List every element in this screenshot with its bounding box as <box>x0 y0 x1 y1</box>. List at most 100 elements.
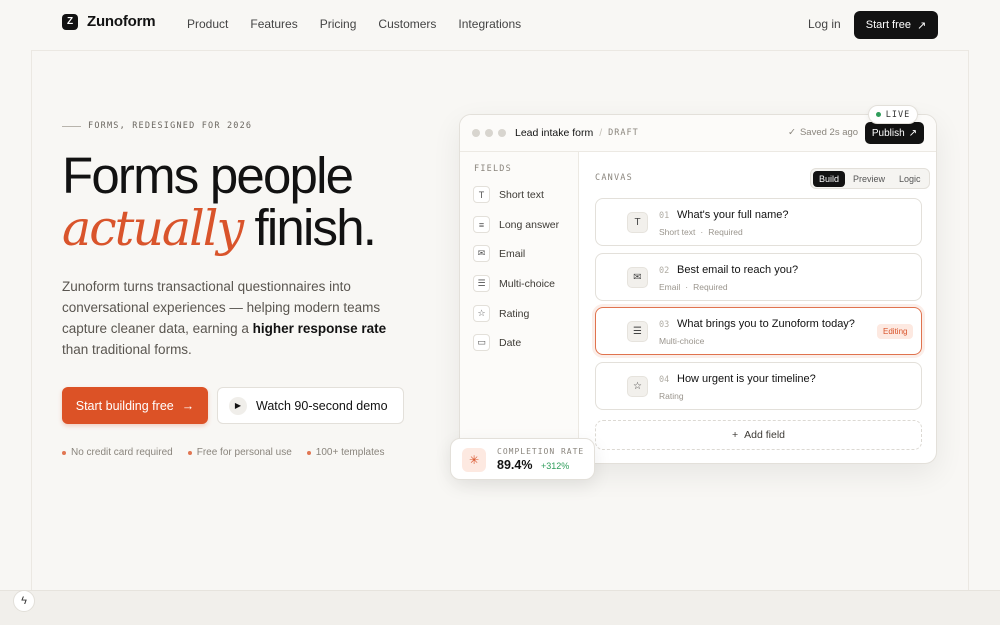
question-number: 01 <box>659 211 670 221</box>
list-check-icon: ☰ <box>627 321 648 342</box>
window-titlebar: Lead intake form / DRAFT ✓ Saved 2s ago … <box>460 115 936 152</box>
title-separator: / <box>599 127 603 139</box>
question-number: 04 <box>659 375 670 385</box>
nav-link-product[interactable]: Product <box>187 17 228 31</box>
logo-mark-icon: Z <box>62 13 78 30</box>
nav-link-features[interactable]: Features <box>250 17 297 31</box>
question-required: Required <box>708 227 743 237</box>
top-nav: Z Zunoform Product Features Pricing Cust… <box>0 0 1000 50</box>
add-field-button[interactable]: + Add field <box>595 420 922 450</box>
field-short-text[interactable]: T Short text <box>473 186 544 203</box>
bullet-dot-icon <box>62 450 66 455</box>
start-free-button[interactable]: Start free ↗ <box>854 11 938 39</box>
list-check-icon: ☰ <box>473 275 490 292</box>
perk-item: 100+ templates <box>306 447 385 458</box>
calendar-icon: ▭ <box>473 334 490 351</box>
star-icon: ☆ <box>627 376 648 397</box>
text-icon: T <box>473 186 490 203</box>
live-badge: LIVE <box>868 105 918 124</box>
field-label: Multi-choice <box>499 277 556 290</box>
field-email[interactable]: ✉ Email <box>473 245 525 262</box>
field-label: Email <box>499 247 526 260</box>
document-title: Lead intake form / DRAFT <box>515 127 639 139</box>
question-type: Short text <box>659 227 696 237</box>
hero-description: Zunoform turns transactional questionnai… <box>62 276 412 360</box>
tab-build[interactable]: Build <box>813 170 846 187</box>
arrow-up-right-icon: ↗ <box>908 127 918 139</box>
start-building-button[interactable]: Start building free → <box>62 387 208 424</box>
document-name[interactable]: Lead intake form <box>515 127 593 139</box>
fields-label: FIELDS <box>474 164 512 174</box>
field-label: Date <box>499 336 522 349</box>
headline-line1: Forms people <box>62 147 354 204</box>
logo[interactable]: Z Zunoform <box>62 13 156 30</box>
check-icon: ✓ <box>788 127 796 138</box>
play-icon: ▶ <box>229 396 247 415</box>
perk-label: 100+ templates <box>315 447 385 458</box>
plus-icon: + <box>731 429 739 441</box>
field-rating[interactable]: ☆ Rating <box>473 305 529 322</box>
nav-link-customers[interactable]: Customers <box>378 17 436 31</box>
question-type: Email <box>659 282 681 292</box>
start-free-label: Start free <box>865 19 912 31</box>
headline-rest: finish. <box>242 199 377 256</box>
tab-preview[interactable]: Preview <box>847 171 891 187</box>
field-date[interactable]: ▭ Date <box>473 334 521 351</box>
bolt-icon[interactable]: ϟ <box>13 590 35 612</box>
tab-logic[interactable]: Logic <box>893 171 927 187</box>
question-card[interactable]: T 01 What's your full name? Short text ·… <box>595 198 922 246</box>
eyebrow: FORMS, REDESIGNED FOR 2026 <box>62 121 252 131</box>
text-icon: T <box>627 212 648 233</box>
mail-icon: ✉ <box>473 245 490 262</box>
save-status: ✓ Saved 2s ago <box>788 127 858 138</box>
sparkle-icon: ✳ <box>462 448 486 472</box>
saved-label: Saved 2s ago <box>799 127 859 138</box>
nav-link-integrations[interactable]: Integrations <box>458 17 521 31</box>
field-long-answer[interactable]: ≡ Long answer <box>473 216 559 233</box>
publish-button[interactable]: Publish ↗ <box>865 122 924 144</box>
canvas-label: CANVAS <box>595 173 633 183</box>
eyebrow-rule <box>62 125 81 127</box>
login-link[interactable]: Log in <box>808 17 841 31</box>
perk-item: No credit card required <box>62 447 173 458</box>
question-number: 03 <box>659 320 670 330</box>
mode-switcher: Build Preview Logic <box>810 168 930 189</box>
question-card[interactable]: ✉ 02 Best email to reach you? Email · Re… <box>595 253 922 301</box>
nav-links: Product Features Pricing Customers Integ… <box>187 17 543 31</box>
desc-strong: higher response rate <box>252 321 387 336</box>
window-dot-icon <box>498 129 506 137</box>
logo-text: Zunoform <box>87 13 156 30</box>
completion-rate-card: ✳ COMPLETION RATE 89.4% +312% <box>450 438 595 480</box>
headline-line2: actually finish. <box>62 199 377 257</box>
star-icon: ☆ <box>473 305 490 322</box>
window-dot-icon <box>485 129 493 137</box>
bullet-dot-icon <box>187 450 192 455</box>
arrow-right-icon: → <box>181 398 195 413</box>
question-meta: Rating <box>659 391 684 401</box>
live-label: LIVE <box>885 109 911 120</box>
field-multi-choice[interactable]: ☰ Multi-choice <box>473 275 555 292</box>
headline-accent: actually <box>62 200 244 257</box>
draft-badge: DRAFT <box>608 128 639 138</box>
add-field-label: Add field <box>744 429 785 441</box>
question-type: Rating <box>659 391 684 401</box>
editing-badge: Editing <box>877 324 914 339</box>
question-text: Best email to reach you? <box>677 264 799 276</box>
bullet-dot-icon <box>306 450 311 455</box>
hero-headline: Forms people actually finish. <box>62 147 377 257</box>
question-card-active[interactable]: ☰ 03 What brings you to Zunoform today? … <box>595 307 922 355</box>
question-meta: Email · Required <box>659 282 728 292</box>
arrow-up-right-icon: ↗ <box>917 19 927 32</box>
perks-list: No credit card required Free for persona… <box>62 447 384 458</box>
question-card[interactable]: ☆ 04 How urgent is your timeline? Rating <box>595 362 922 410</box>
completion-value: 89.4% <box>497 458 533 472</box>
question-meta: Multi-choice <box>659 336 704 346</box>
question-number: 02 <box>659 266 670 276</box>
field-label: Long answer <box>499 218 560 231</box>
window-controls <box>472 129 506 137</box>
watch-demo-button[interactable]: ▶ Watch 90-second demo <box>217 387 404 424</box>
question-text: What brings you to Zunoform today? <box>677 318 855 330</box>
nav-link-pricing[interactable]: Pricing <box>320 17 357 31</box>
completion-delta: +312% <box>541 461 570 471</box>
question-meta: Short text · Required <box>659 227 743 237</box>
